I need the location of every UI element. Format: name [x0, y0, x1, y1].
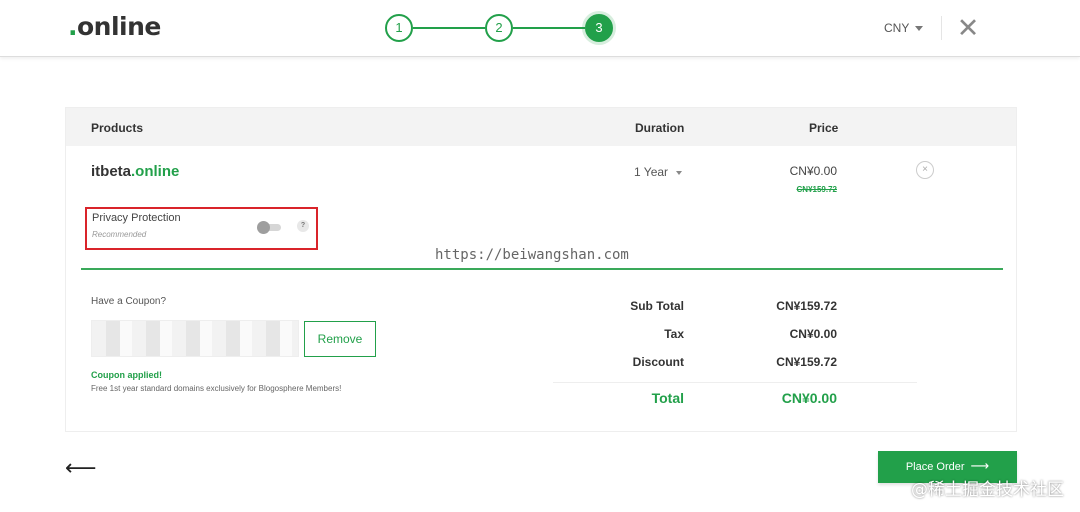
step-2[interactable]: 2 [485, 14, 513, 42]
duration-value: 1 Year [634, 165, 669, 179]
duration-select[interactable]: 1 Year [634, 165, 683, 179]
place-order-label: Place Order [905, 461, 965, 473]
help-icon[interactable]: ? [297, 220, 309, 232]
item-price: CN¥0.00 [789, 164, 837, 178]
back-arrow-icon[interactable]: ⟵ [65, 456, 97, 481]
col-duration: Duration [635, 121, 685, 135]
domain-tld: .online [131, 163, 180, 180]
privacy-toggle[interactable] [257, 221, 281, 234]
tax-label: Tax [664, 327, 684, 341]
discount-value: CN¥159.72 [776, 355, 837, 369]
chevron-down-icon [676, 170, 683, 175]
col-products: Products [91, 121, 144, 135]
logo-dot: . [68, 12, 78, 41]
step-1[interactable]: 1 [385, 14, 413, 42]
section-divider [81, 268, 1003, 270]
remove-item-icon[interactable]: × [916, 161, 934, 179]
site-watermark: @稀土掘金技术社区 [911, 480, 1064, 500]
toggle-knob [257, 221, 270, 234]
close-icon[interactable]: ✕ [955, 14, 981, 44]
privacy-protection-row: Privacy Protection Recommended ? [85, 207, 318, 250]
coupon-note: Free 1st year standard domains exclusive… [91, 384, 342, 393]
tax-value: CN¥0.00 [789, 327, 837, 341]
cart-table-header: Products Duration Price [66, 108, 1016, 146]
total-label: Total [651, 390, 684, 406]
step-connector-1 [413, 27, 485, 29]
url-watermark: https://beiwangshan.com [435, 247, 629, 263]
subtotal-label: Sub Total [630, 299, 684, 313]
currency-selector[interactable]: CNY [884, 21, 924, 35]
domain-sld: itbeta [91, 163, 132, 180]
currency-value: CNY [884, 21, 910, 35]
discount-label: Discount [632, 355, 684, 369]
domain-name: itbeta.online [91, 163, 179, 180]
step-connector-2 [513, 27, 585, 29]
subtotal-value: CN¥159.72 [776, 299, 837, 313]
coupon-code-field[interactable] [91, 320, 299, 357]
online-logo[interactable]: .online [68, 12, 161, 41]
step-3-current: 3 [585, 14, 613, 42]
remove-coupon-button[interactable]: Remove [304, 321, 376, 357]
checkout-steps: 1 2 3 [385, 14, 613, 42]
coupon-title: Have a Coupon? [91, 296, 167, 307]
privacy-label: Privacy Protection [92, 212, 181, 224]
arrow-right-icon: ⟶ [970, 459, 990, 474]
col-price: Price [809, 121, 839, 135]
logo-word: online [77, 12, 161, 41]
header-divider [941, 16, 942, 40]
cart-card: Products Duration Price itbeta.online 1 … [65, 107, 1017, 432]
item-price-original: CN¥159.72 [796, 185, 837, 194]
coupon-applied-status: Coupon applied! [91, 370, 162, 380]
top-header: .online 1 2 3 CNY ✕ [0, 0, 1080, 57]
privacy-sublabel: Recommended [92, 230, 147, 239]
total-value: CN¥0.00 [781, 390, 837, 406]
summary-divider [553, 382, 917, 383]
chevron-down-icon [915, 26, 924, 32]
